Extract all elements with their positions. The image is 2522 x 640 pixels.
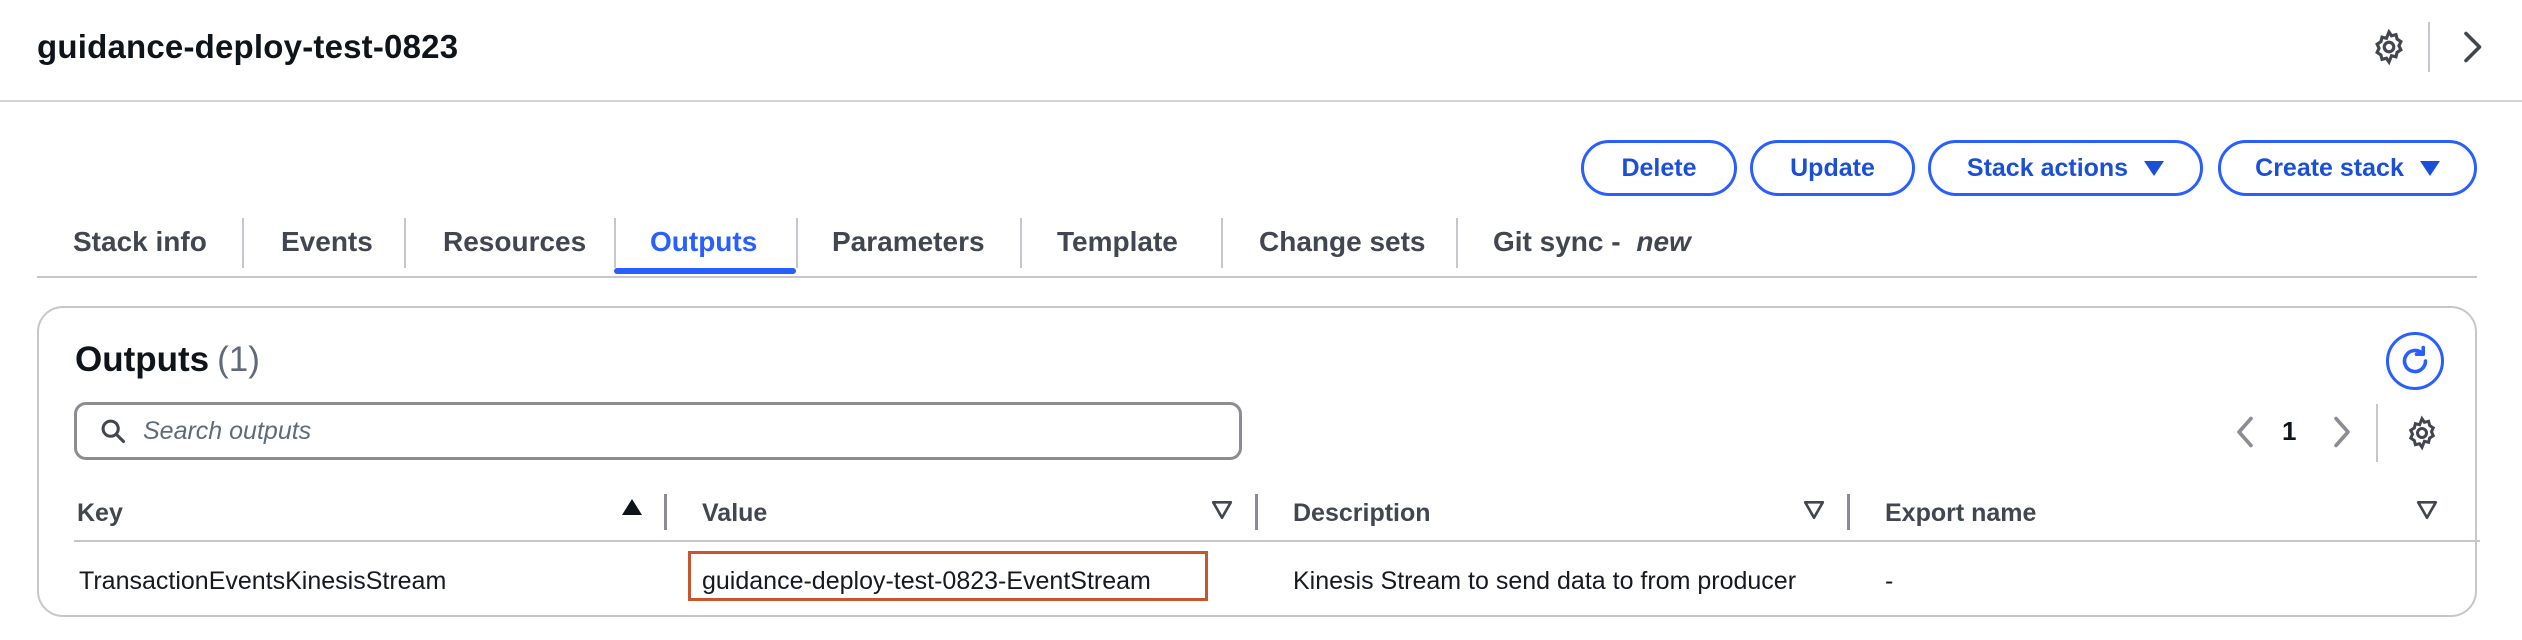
gear-icon[interactable] <box>2370 28 2408 66</box>
tab-label: Change sets <box>1259 226 1426 257</box>
tab-label: Template <box>1057 226 1178 257</box>
refresh-icon <box>2402 345 2428 374</box>
sort-ascending-icon[interactable] <box>622 499 642 515</box>
outputs-title: Outputs <box>75 340 210 379</box>
tab-label: Resources <box>443 226 587 257</box>
cell-export-name: - <box>1885 566 1894 595</box>
tab-git-sync[interactable]: Git sync - new <box>1493 206 1691 278</box>
tab-parameters[interactable]: Parameters <box>832 206 985 278</box>
column-header-key[interactable]: Key <box>77 488 123 538</box>
delete-button[interactable]: Delete <box>1581 140 1737 196</box>
tab-label: Parameters <box>832 226 985 257</box>
search-outputs-field[interactable] <box>74 402 1242 460</box>
stack-tabs: Stack info Events Resources Outputs Para… <box>37 206 2477 278</box>
chevron-right-icon[interactable] <box>2454 28 2490 66</box>
sort-descending-icon[interactable] <box>1211 499 1233 521</box>
tab-template[interactable]: Template <box>1057 206 1178 278</box>
tab-events[interactable]: Events <box>281 206 373 278</box>
outputs-heading: Outputs (1) <box>75 340 260 380</box>
refresh-button[interactable] <box>2386 332 2444 390</box>
active-tab-indicator <box>614 268 796 274</box>
column-label: Key <box>77 498 123 527</box>
tab-label: Git sync - <box>1493 226 1629 257</box>
update-button[interactable]: Update <box>1750 140 1915 196</box>
create-stack-label: Create stack <box>2255 153 2404 182</box>
tab-separator <box>1221 218 1223 268</box>
page-header: guidance-deploy-test-0823 <box>0 0 2522 102</box>
table-header-divider <box>74 540 2480 542</box>
column-label: Description <box>1293 498 1431 527</box>
column-header-export-name[interactable]: Export name <box>1885 488 2036 538</box>
stack-name-title: guidance-deploy-test-0823 <box>37 28 459 65</box>
create-stack-button[interactable]: Create stack <box>2218 140 2477 196</box>
stack-actions-button[interactable]: Stack actions <box>1928 140 2203 196</box>
sort-descending-icon[interactable] <box>1803 499 1825 521</box>
tab-resources[interactable]: Resources <box>443 206 586 278</box>
tab-label: Stack info <box>73 226 207 257</box>
cell-value: guidance-deploy-test-0823-EventStream <box>702 566 1151 595</box>
cell-key: TransactionEventsKinesisStream <box>79 566 447 595</box>
tab-separator <box>404 218 406 268</box>
sort-descending-icon[interactable] <box>2416 499 2438 521</box>
chevron-right-icon[interactable] <box>2329 414 2355 450</box>
tab-separator <box>1456 218 1458 268</box>
delete-button-label: Delete <box>1621 153 1697 182</box>
stack-actions-label: Stack actions <box>1966 153 2129 182</box>
column-label: Value <box>702 498 768 527</box>
gear-icon[interactable] <box>2404 415 2440 451</box>
search-input[interactable] <box>143 416 1223 446</box>
outputs-panel: Outputs(1) 1 Key Value Description <box>37 306 2480 617</box>
current-page-number[interactable]: 1 <box>2282 416 2296 447</box>
outputs-count: (1) <box>217 340 260 379</box>
column-header-description[interactable]: Description <box>1293 488 1431 538</box>
chevron-left-icon[interactable] <box>2232 414 2258 450</box>
tab-label: Events <box>281 226 373 257</box>
tab-label: Outputs <box>650 226 758 257</box>
update-button-label: Update <box>1790 153 1875 182</box>
pager-divider <box>2376 404 2378 462</box>
search-icon <box>101 419 126 444</box>
column-resizer[interactable] <box>664 494 667 530</box>
caret-down-icon <box>2419 160 2440 176</box>
header-divider <box>2428 22 2430 72</box>
tab-change-sets[interactable]: Change sets <box>1259 206 1426 278</box>
tab-stack-info[interactable]: Stack info <box>73 206 207 278</box>
column-label: Export name <box>1885 498 2037 527</box>
column-resizer[interactable] <box>1255 494 1258 530</box>
cell-description: Kinesis Stream to send data to from prod… <box>1293 566 1797 595</box>
tab-separator <box>242 218 244 268</box>
column-header-value[interactable]: Value <box>702 488 767 538</box>
tab-separator <box>1020 218 1022 268</box>
tab-separator <box>614 218 616 268</box>
caret-down-icon <box>2144 160 2165 176</box>
tab-separator <box>796 218 798 268</box>
column-resizer[interactable] <box>1847 494 1850 530</box>
new-badge: new <box>1636 226 1691 257</box>
